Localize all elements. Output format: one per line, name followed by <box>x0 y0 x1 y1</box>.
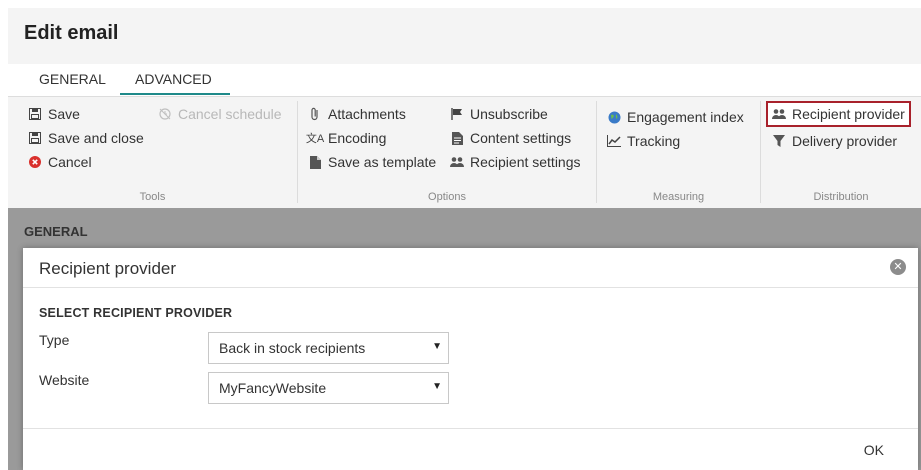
options-group-label: Options <box>428 191 466 203</box>
attachments-button[interactable]: Attachments <box>308 104 406 124</box>
cancel-schedule-button[interactable]: Cancel schedule <box>158 104 282 124</box>
chevron-down-icon: ▼ <box>432 341 442 352</box>
cancel-schedule-label: Cancel schedule <box>178 106 282 122</box>
recipient-provider-dialog: Recipient provider ✕ SELECT RECIPIENT PR… <box>23 248 918 470</box>
recipient-provider-label: Recipient provider <box>792 106 905 122</box>
type-select[interactable]: Back in stock recipients ▼ <box>208 332 449 364</box>
measuring-group-label: Measuring <box>652 191 705 203</box>
options-group: Attachments 文A Encoding Save as template… <box>298 97 596 209</box>
attachments-label: Attachments <box>328 106 406 122</box>
funnel-icon <box>772 134 786 148</box>
engagement-index-button[interactable]: Engagement index <box>607 107 744 127</box>
paperclip-icon <box>308 107 322 121</box>
cancel-label: Cancel <box>48 154 92 170</box>
translate-icon: 文A <box>305 133 325 145</box>
ok-button[interactable]: OK <box>864 442 884 458</box>
tracking-button[interactable]: Tracking <box>607 131 680 151</box>
cancel-button[interactable]: Cancel <box>28 152 92 172</box>
cancel-x-icon <box>28 155 42 169</box>
website-select-value: MyFancyWebsite <box>219 380 327 396</box>
page-header: Edit email <box>8 8 921 64</box>
tracking-label: Tracking <box>627 133 681 149</box>
type-label: Type <box>39 332 70 348</box>
save-button[interactable]: Save <box>28 104 80 124</box>
background-section-title: GENERAL <box>24 224 88 239</box>
unsubscribe-label: Unsubscribe <box>470 106 548 122</box>
encoding-button[interactable]: 文A Encoding <box>305 128 387 148</box>
recipient-provider-button[interactable]: Recipient provider <box>766 101 911 127</box>
recipient-settings-button[interactable]: Recipient settings <box>450 152 581 172</box>
ribbon-toolbar: Save Save and close Cancel Cancel schedu… <box>8 96 921 208</box>
flag-icon <box>450 107 464 121</box>
users-icon <box>772 107 786 121</box>
website-label: Website <box>39 372 90 388</box>
globe-icon <box>607 110 621 124</box>
top-strip <box>0 0 921 8</box>
close-icon[interactable]: ✕ <box>890 259 906 275</box>
tab-advanced[interactable]: ADVANCED <box>135 71 212 87</box>
save-as-template-button[interactable]: Save as template <box>308 152 436 172</box>
floppy-icon <box>28 131 42 145</box>
file-text-icon <box>450 131 464 145</box>
content-settings-button[interactable]: Content settings <box>450 128 571 148</box>
save-and-close-label: Save and close <box>48 130 144 146</box>
tools-group-label: Tools <box>139 191 166 203</box>
engagement-index-label: Engagement index <box>627 109 744 125</box>
tab-bar: GENERAL ADVANCED <box>8 64 921 96</box>
distribution-group-label: Distribution <box>813 191 869 203</box>
encoding-label: Encoding <box>328 130 387 146</box>
delivery-provider-button[interactable]: Delivery provider <box>772 131 897 151</box>
tools-group: Save Save and close Cancel Cancel schedu… <box>8 97 297 209</box>
recipient-settings-label: Recipient settings <box>470 154 581 170</box>
distribution-group: Recipient provider Delivery provider Dis… <box>761 97 921 209</box>
page-title: Edit email <box>24 22 119 44</box>
active-tab-indicator <box>120 93 230 95</box>
save-and-close-button[interactable]: Save and close <box>28 128 144 148</box>
clock-cancel-icon <box>158 107 172 121</box>
save-as-template-label: Save as template <box>328 154 437 170</box>
tab-general[interactable]: GENERAL <box>39 71 106 87</box>
type-select-value: Back in stock recipients <box>219 340 366 356</box>
delivery-provider-label: Delivery provider <box>792 133 898 149</box>
save-label: Save <box>48 106 80 122</box>
dialog-title: Recipient provider <box>39 259 177 278</box>
floppy-icon <box>28 107 42 121</box>
line-chart-icon <box>607 134 621 148</box>
website-select[interactable]: MyFancyWebsite ▼ <box>208 372 449 404</box>
dialog-header: Recipient provider ✕ <box>23 248 918 288</box>
measuring-group: Engagement index Tracking Measuring <box>597 97 760 209</box>
users-icon <box>450 155 464 169</box>
unsubscribe-button[interactable]: Unsubscribe <box>450 104 548 124</box>
document-icon <box>308 155 322 169</box>
dialog-section-title: SELECT RECIPIENT PROVIDER <box>39 306 233 320</box>
content-settings-label: Content settings <box>470 130 572 146</box>
dialog-footer: OK <box>23 428 918 470</box>
chevron-down-icon: ▼ <box>432 381 442 392</box>
